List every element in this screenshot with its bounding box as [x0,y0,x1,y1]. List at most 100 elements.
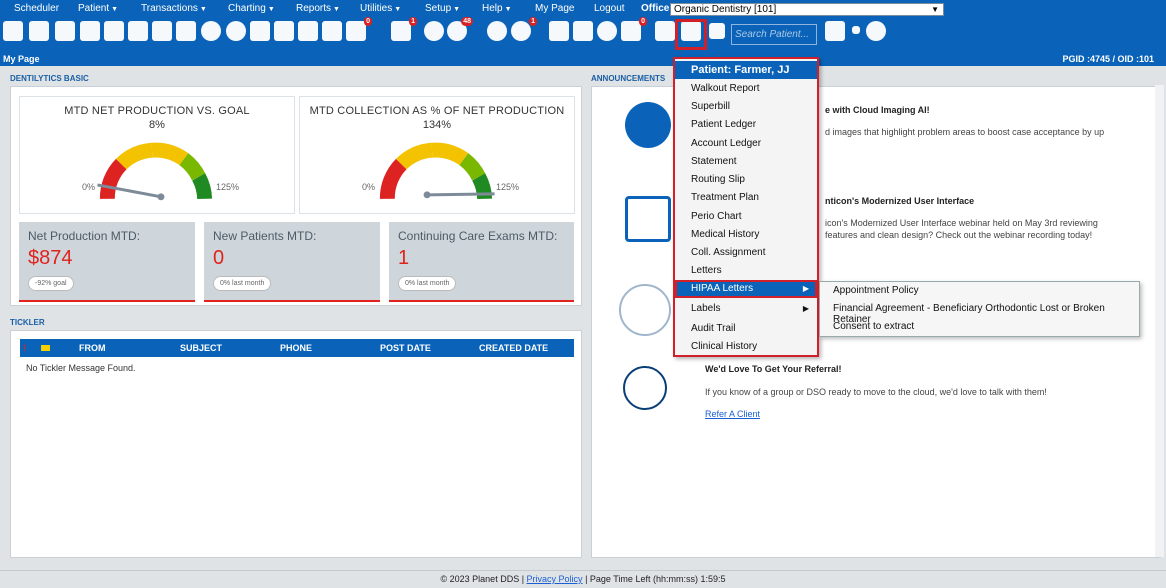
diamond-icon[interactable] [55,21,75,41]
menu-item-routing-slip[interactable]: Routing Slip [675,171,817,189]
calendar-icon[interactable] [3,21,23,41]
announcement-body: d images that highlight problem areas to… [825,127,1105,137]
network-icon[interactable] [487,21,507,41]
people-icon[interactable] [655,21,675,41]
stat-label: New Patients MTD: [213,229,317,243]
col-subject[interactable]: SUBJECT [180,343,222,353]
people-icon [625,102,671,148]
menu-charting[interactable]: Charting ▼ [228,3,275,14]
clock-icon[interactable] [424,21,444,41]
page-title: My Page [3,54,40,64]
print-icon[interactable] [298,21,318,41]
menu-my-page[interactable]: My Page [535,3,574,14]
home-icon[interactable] [29,21,49,41]
pn-icon[interactable] [152,21,172,41]
menu-reports[interactable]: Reports ▼ [296,3,340,14]
rx-icon[interactable] [250,21,270,41]
dentilytics-title: DENTILYTICS BASIC [10,74,89,83]
recall-icon[interactable] [226,21,246,41]
menu-item-coll-assignment[interactable]: Coll. Assignment [675,244,817,262]
announcement-body: If you know of a group or DSO ready to m… [705,387,1047,397]
title-bar: My Page PGID :4745 / OID :101 [0,52,1166,66]
menu-item-perio-chart[interactable]: Perio Chart [675,208,817,226]
stat-card-new-patients: New Patients MTD: 0 0% last month [204,222,380,302]
print-dropdown-menu: Patient: Farmer, JJ Walkout Report Super… [673,57,819,357]
submenu-item-consent-to-extract[interactable]: Consent to extract [833,321,914,332]
patient-search-icon[interactable] [825,21,845,41]
chevrons-down-icon[interactable] [709,23,725,39]
menu-item-labels[interactable]: Labels ▶ [675,300,817,318]
advanced-search-icon[interactable] [866,21,886,41]
privacy-policy-link[interactable]: Privacy Policy [527,574,583,584]
tickler-title: TICKLER [10,318,45,327]
col-created-date[interactable]: CREATED DATE [479,343,548,353]
menu-item-treatment-plan[interactable]: Treatment Plan [675,189,817,207]
menu-item-statement[interactable]: Statement [675,153,817,171]
checkbox-icon[interactable] [852,26,860,34]
stat-value: 1 [398,247,410,269]
forms-icon[interactable] [274,21,294,41]
help-grid-icon[interactable] [573,21,593,41]
labels-label: Labels [691,303,721,314]
menu-item-clinical-history[interactable]: Clinical History [675,338,817,356]
submenu-arrow-icon: ▶ [802,304,809,313]
menu-help[interactable]: Help ▼ [482,3,512,14]
toolbar: 0 1 48 1 0 [0,17,1166,52]
notes-icon[interactable]: 0 [346,17,372,41]
col-from[interactable]: FROM [79,343,106,353]
grid-icon[interactable] [549,21,569,41]
menu-item-medical-history[interactable]: Medical History [675,226,817,244]
menu-item-hipaa-letters[interactable]: HIPAA Letters ▶ [675,280,817,298]
office-label: Office [641,3,670,14]
gauge-title: MTD NET PRODUCTION VS. GOAL [64,105,250,117]
patient-search-field[interactable] [731,24,817,45]
announcements-title: ANNOUNCEMENTS [591,74,666,83]
gauge-max-label: 125% [216,182,240,192]
gauge-percent: 134% [422,119,452,131]
family-icon[interactable] [201,21,221,41]
mail-icon [41,345,50,351]
tooth-edit-icon[interactable] [80,21,100,41]
announcements-scrollbar[interactable] [1155,85,1164,557]
chevron-down-icon: ▼ [931,5,939,14]
menu-patient[interactable]: Patient ▼ [78,3,118,14]
menu-transactions[interactable]: Transactions ▼ [141,3,207,14]
print-button-highlight [675,19,707,50]
refer-client-link[interactable]: Refer A Client [705,409,760,419]
stat-card-continuing-care: Continuing Care Exams MTD: 1 0% last mon… [389,222,574,302]
globe-icon[interactable]: 48 [447,17,473,41]
announcement-title: We'd Love To Get Your Referral! [705,364,842,374]
menu-item-patient-ledger[interactable]: Patient Ledger [675,116,817,134]
tickler-empty-message: No Tickler Message Found. [26,363,136,373]
menu-item-audit-trail[interactable]: Audit Trail [675,320,817,338]
col-post-date[interactable]: POST DATE [380,343,431,353]
menu-utilities[interactable]: Utilities ▼ [360,3,401,14]
office-select[interactable]: Organic Dentistry [101] ▼ [670,3,944,16]
settings-icon[interactable] [597,21,617,41]
referral-network-icon [619,284,671,336]
col-phone[interactable]: PHONE [280,343,312,353]
menu-item-walkout-report[interactable]: Walkout Report [675,80,817,98]
stat-pill: -92% goal [28,276,74,291]
page-time-left: | Page Time Left (hh:mm:ss) 1:59:5 [585,574,726,584]
menu-scheduler[interactable]: Scheduler [14,3,59,14]
submenu-arrow-icon: ▶ [802,284,809,293]
tx-icon[interactable] [176,21,196,41]
submenu-item-appointment-policy[interactable]: Appointment Policy [833,285,919,296]
stat-value: $874 [28,247,73,269]
tooth-chart-icon[interactable] [128,21,148,41]
menu-item-account-ledger[interactable]: Account Ledger [675,135,817,153]
menu-logout[interactable]: Logout [594,3,625,14]
letters-icon[interactable] [322,21,342,41]
tasks-icon[interactable]: 0 [621,17,647,41]
tooth-icon[interactable] [104,21,124,41]
search-input[interactable] [732,25,816,44]
refresh-icon[interactable]: 1 [511,17,537,41]
menu-item-letters[interactable]: Letters [675,262,817,280]
menu-item-superbill[interactable]: Superbill [675,98,817,116]
menu-setup[interactable]: Setup ▼ [425,3,460,14]
globe-badge: 48 [461,17,473,26]
stat-pill: 0% last month [213,276,272,291]
gauge-card-collection: MTD COLLECTION AS % OF NET PRODUCTION 13… [299,96,575,214]
sms-icon[interactable]: 1 [391,17,417,41]
